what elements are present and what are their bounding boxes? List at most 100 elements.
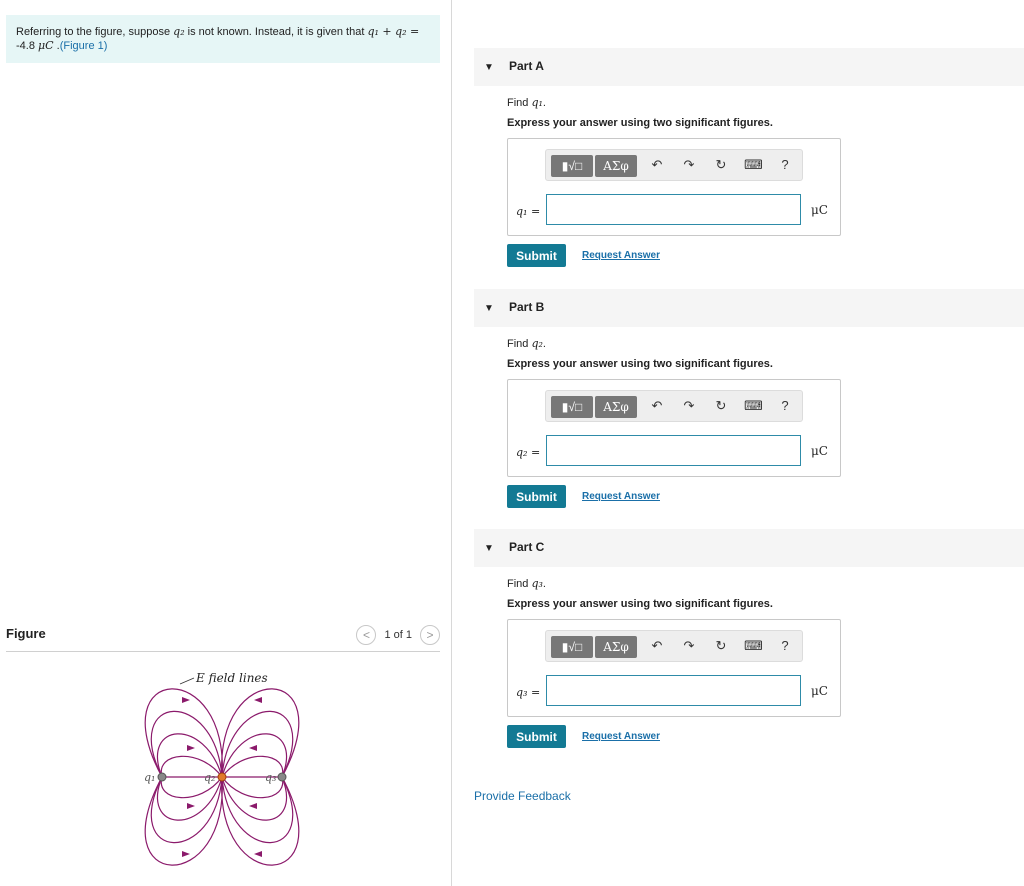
- templates-button[interactable]: ▮√□: [551, 155, 593, 177]
- part-a: ▼ Part A Find q₁. Express your answer us…: [474, 48, 1024, 278]
- figure-title: Figure: [6, 626, 46, 641]
- math-toolbar: ▮√□ ΑΣφ ↶ ↷ ↻ ⌨ ?: [545, 149, 803, 181]
- part-b: ▼ Part B Find q₂. Express your answer us…: [474, 289, 1024, 519]
- part-c: ▼ Part C Find q₃. Express your answer us…: [474, 529, 1024, 759]
- part-a-answer-box: ▮√□ ΑΣφ ↶ ↷ ↻ ⌨ ? q₁ = μC: [507, 138, 841, 236]
- part-b-submit-button[interactable]: Submit: [507, 485, 566, 508]
- help-icon[interactable]: ?: [776, 638, 794, 653]
- var-label-text: q₁ =: [516, 205, 541, 218]
- templates-button[interactable]: ▮√□: [551, 636, 593, 658]
- var-label-text: q₂ =: [516, 446, 541, 459]
- charge-label-q2: q₂: [204, 771, 215, 784]
- part-c-var-label: q₃ =: [516, 686, 540, 699]
- reset-icon[interactable]: ↻: [712, 398, 730, 414]
- undo-icon[interactable]: ↶: [648, 157, 666, 173]
- redo-icon[interactable]: ↷: [680, 398, 698, 414]
- redo-icon[interactable]: ↷: [680, 157, 698, 173]
- part-c-label: Part C: [509, 540, 545, 554]
- part-a-header[interactable]: ▼ Part A: [474, 48, 1024, 86]
- math-toolbar: ▮√□ ΑΣφ ↶ ↷ ↻ ⌨ ?: [545, 390, 803, 422]
- part-a-instruction: Express your answer using two significan…: [507, 117, 773, 129]
- part-c-request-answer-link[interactable]: Request Answer: [582, 731, 660, 742]
- next-figure-button[interactable]: >: [420, 625, 440, 645]
- part-b-unit: μC: [811, 444, 828, 458]
- part-b-header[interactable]: ▼ Part B: [474, 289, 1024, 327]
- intro-var-q2: q₂: [173, 25, 185, 38]
- symbols-button[interactable]: ΑΣφ: [595, 155, 637, 177]
- help-icon[interactable]: ?: [776, 398, 794, 413]
- part-c-submit-button[interactable]: Submit: [507, 725, 566, 748]
- figure-link[interactable]: (Figure 1): [60, 40, 108, 52]
- part-a-label: Part A: [509, 59, 544, 73]
- reset-icon[interactable]: ↻: [712, 638, 730, 654]
- find-prefix: Find: [507, 338, 532, 350]
- field-arrow: [187, 803, 195, 809]
- part-c-unit: μC: [811, 684, 828, 698]
- part-b-answer-input[interactable]: [546, 435, 801, 466]
- part-b-instruction: Express your answer using two significan…: [507, 358, 773, 370]
- keyboard-icon[interactable]: ⌨: [744, 157, 763, 173]
- part-c-answer-input[interactable]: [546, 675, 801, 706]
- part-b-label: Part B: [509, 300, 545, 314]
- find-prefix: Find: [507, 97, 532, 109]
- collapse-triangle-icon[interactable]: ▼: [484, 543, 494, 554]
- find-suffix: .: [542, 338, 546, 350]
- reset-icon[interactable]: ↻: [712, 157, 730, 173]
- undo-icon[interactable]: ↶: [648, 398, 666, 414]
- column-divider: [451, 0, 452, 886]
- charge-q2: [217, 772, 227, 782]
- figure-pager: < 1 of 1 >: [356, 624, 440, 646]
- find-suffix: .: [542, 97, 546, 109]
- find-prefix: Find: [507, 578, 532, 590]
- part-c-answer-box: ▮√□ ΑΣφ ↶ ↷ ↻ ⌨ ? q₃ = μC: [507, 619, 841, 717]
- keyboard-icon[interactable]: ⌨: [744, 398, 763, 414]
- left-column: Referring to the figure, suppose q₂ is n…: [0, 0, 451, 886]
- figure-page-count: 1 of 1: [384, 629, 412, 641]
- field-lines-figure: E field lines q₁ q₂ q₃: [144, 671, 300, 866]
- help-icon[interactable]: ?: [776, 157, 794, 172]
- collapse-triangle-icon[interactable]: ▼: [484, 303, 494, 314]
- part-a-request-answer-link[interactable]: Request Answer: [582, 250, 660, 261]
- var-label-text: q₃ =: [516, 686, 541, 699]
- part-a-find: Find q₁.: [507, 96, 546, 109]
- field-label: E field lines: [195, 671, 268, 685]
- part-b-answer-box: ▮√□ ΑΣφ ↶ ↷ ↻ ⌨ ? q₂ = μC: [507, 379, 841, 477]
- part-c-instruction: Express your answer using two significan…: [507, 598, 773, 610]
- field-arrow: [182, 851, 190, 857]
- charge-q1: [157, 772, 167, 782]
- find-var: q₂: [531, 337, 543, 350]
- intro-value: -4.8: [16, 40, 39, 52]
- part-c-header[interactable]: ▼ Part C: [474, 529, 1024, 567]
- field-arrow: [254, 851, 262, 857]
- symbols-button[interactable]: ΑΣφ: [595, 636, 637, 658]
- prev-figure-button[interactable]: <: [356, 625, 377, 645]
- field-arrow: [249, 745, 257, 751]
- part-b-request-answer-link[interactable]: Request Answer: [582, 491, 660, 502]
- intro-unit: μC: [38, 39, 54, 52]
- charge-label-q1: q₁: [144, 771, 155, 784]
- part-b-find: Find q₂.: [507, 337, 546, 350]
- field-arrow: [249, 803, 257, 809]
- field-arrow: [182, 697, 190, 703]
- keyboard-icon[interactable]: ⌨: [744, 638, 763, 654]
- field-arrow: [187, 745, 195, 751]
- redo-icon[interactable]: ↷: [680, 638, 698, 654]
- collapse-triangle-icon[interactable]: ▼: [484, 62, 494, 73]
- figure-header: Figure < 1 of 1 >: [6, 624, 440, 652]
- part-a-submit-button[interactable]: Submit: [507, 244, 566, 267]
- charge-label-q3: q₃: [265, 771, 276, 784]
- find-var: q₃: [531, 577, 543, 590]
- find-suffix: .: [542, 578, 546, 590]
- undo-icon[interactable]: ↶: [648, 638, 666, 654]
- intro-text-start: Referring to the figure, suppose: [16, 26, 174, 38]
- intro-text-mid: is not known. Instead, it is given that: [184, 26, 368, 38]
- find-var: q₁: [531, 96, 543, 109]
- charge-q3: [277, 772, 287, 782]
- part-a-unit: μC: [811, 203, 828, 217]
- math-toolbar: ▮√□ ΑΣφ ↶ ↷ ↻ ⌨ ?: [545, 630, 803, 662]
- field-arrow: [254, 697, 262, 703]
- provide-feedback-link[interactable]: Provide Feedback: [474, 789, 571, 803]
- part-a-answer-input[interactable]: [546, 194, 801, 225]
- symbols-button[interactable]: ΑΣφ: [595, 396, 637, 418]
- templates-button[interactable]: ▮√□: [551, 396, 593, 418]
